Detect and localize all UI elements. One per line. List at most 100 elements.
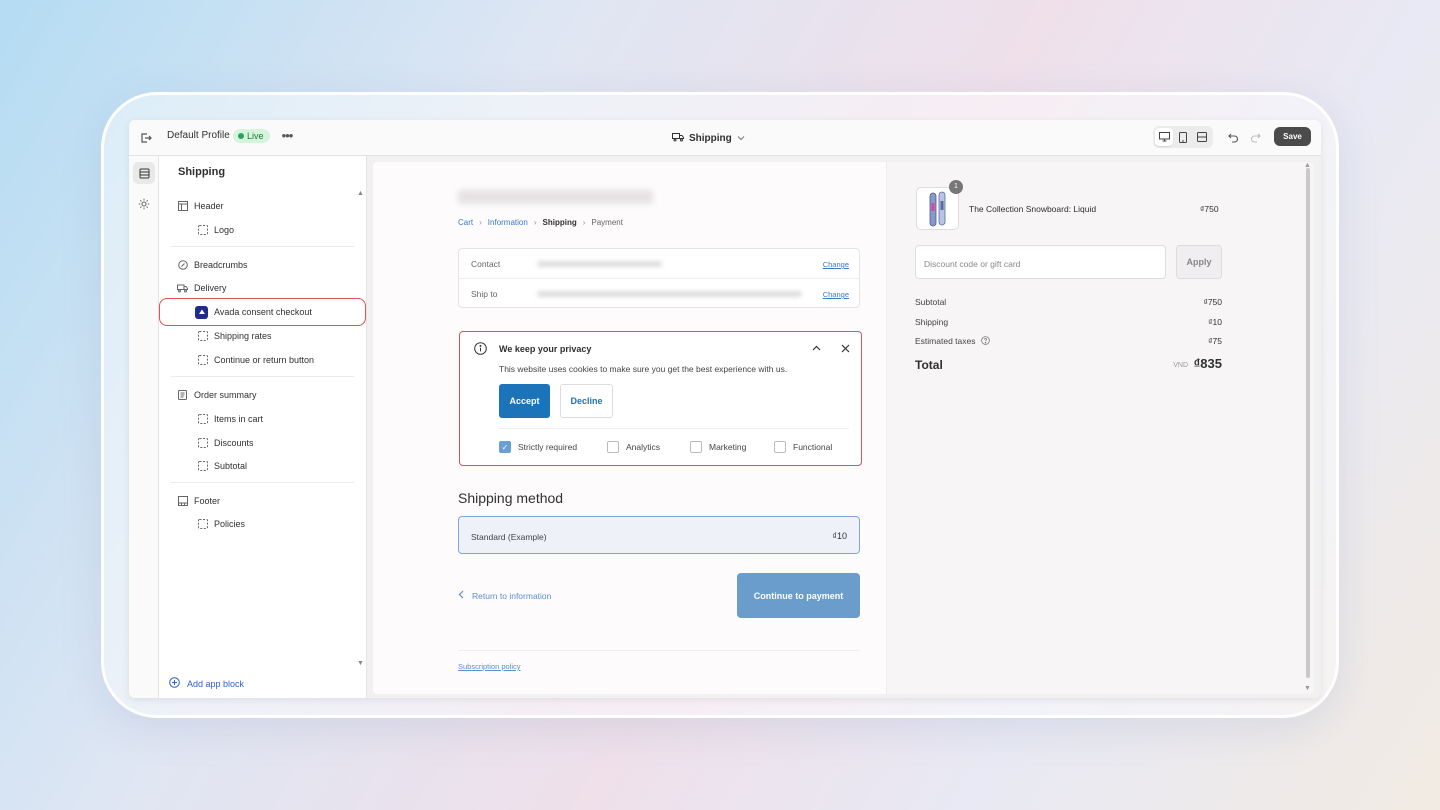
sidebar-item-header[interactable]: Header (177, 196, 224, 216)
sidebar-item-label: Discounts (214, 438, 254, 448)
block-icon (197, 438, 208, 449)
shipping-method-title: Shipping method (458, 490, 564, 506)
block-icon (197, 355, 208, 366)
sidebar-divider (171, 482, 354, 483)
full-view-icon[interactable] (1193, 128, 1211, 146)
discount-input[interactable]: Discount code or gift card (915, 245, 1166, 279)
chevron-right-icon: › (479, 218, 482, 227)
sidebar-item-items-in-cart[interactable]: Items in cart (197, 409, 263, 429)
change-contact-link[interactable]: Change (823, 260, 849, 269)
block-icon (197, 331, 208, 342)
sidebar-item-label: Breadcrumbs (194, 260, 248, 270)
close-icon[interactable] (838, 341, 852, 355)
consent-divider (499, 428, 849, 429)
exit-icon[interactable] (137, 129, 155, 147)
left-rail (129, 156, 159, 698)
shipto-label: Ship to (471, 289, 498, 299)
contact-row: Contact Change (459, 249, 859, 279)
shipto-row: Ship to Change (459, 279, 859, 309)
block-icon (197, 225, 208, 236)
more-options-icon[interactable]: ••• (278, 128, 296, 146)
accept-button[interactable]: Accept (499, 384, 550, 418)
sidebar-item-label: Continue or return button (214, 355, 315, 365)
add-app-block-label: Add app block (187, 678, 245, 689)
shipping-option[interactable]: Standard (Example) ₫10 (458, 516, 860, 554)
shipping-option-price: ₫10 (832, 531, 847, 541)
sidebar-divider (171, 376, 354, 377)
footer-icon (177, 496, 188, 507)
scroll-down-icon[interactable]: ▼ (357, 660, 364, 667)
breadcrumb-icon (177, 260, 188, 271)
status-badge: Live (233, 129, 270, 143)
breadcrumb-shipping: Shipping (542, 218, 577, 227)
product-price: ₫750 (1200, 204, 1219, 214)
sidebar-item-breadcrumbs[interactable]: Breadcrumbs (177, 255, 248, 275)
redo-icon[interactable] (1246, 129, 1264, 147)
sidebar-divider (171, 246, 354, 247)
sidebar-item-label: Items in cart (214, 414, 264, 424)
checkout-preview: Cart › Information › Shipping › Payment … (373, 162, 1314, 694)
sidebar-item-shipping-rates[interactable]: Shipping rates (197, 326, 272, 346)
shipping-row: Shipping ₫10 (915, 317, 1222, 327)
sections-icon[interactable] (133, 162, 155, 184)
block-icon (197, 519, 208, 530)
sidebar-item-order-summary[interactable]: Order summary (177, 385, 257, 405)
profile-name[interactable]: Default Profile (167, 130, 230, 141)
mobile-view-icon[interactable] (1174, 128, 1192, 146)
subscription-policy-link[interactable]: Subscription policy (458, 662, 521, 671)
sidebar-title: Shipping (178, 166, 226, 178)
plus-circle-icon (169, 677, 180, 690)
undo-icon[interactable] (1224, 129, 1242, 147)
sidebar-item-discounts[interactable]: Discounts (197, 433, 254, 453)
scroll-up-icon[interactable]: ▲ (357, 190, 364, 197)
sidebar-item-label: Subtotal (214, 461, 248, 471)
shipping-label: Shipping (915, 317, 949, 327)
return-to-information-link[interactable]: Return to information (458, 590, 551, 601)
subtotal-value: ₫750 (1203, 297, 1222, 307)
page-selector[interactable]: Shipping (672, 129, 745, 147)
sidebar-item-avada-consent[interactable]: Avada consent checkout (195, 302, 312, 322)
desktop-view-icon[interactable] (1155, 128, 1174, 146)
sidebar-item-policies[interactable]: Policies (197, 514, 245, 534)
continue-to-payment-button[interactable]: Continue to payment (737, 573, 860, 618)
add-app-block-button[interactable]: Add app block (169, 677, 244, 690)
change-shipto-link[interactable]: Change (823, 290, 849, 299)
sidebar-item-logo[interactable]: Logo (197, 220, 234, 240)
summary-icon (177, 390, 188, 401)
avada-app-icon (195, 305, 208, 319)
taxes-label: Estimated taxes (915, 336, 976, 346)
sidebar-item-label: Delivery (194, 283, 227, 293)
checkbox-label: Functional (793, 442, 833, 452)
preview-scroll-down-icon[interactable]: ▼ (1304, 685, 1311, 692)
help-circle-icon[interactable] (981, 336, 990, 347)
chevron-up-icon[interactable] (809, 341, 823, 355)
checkbox-strictly-required[interactable]: ✓ Strictly required (499, 441, 577, 453)
total-value: ₫835 (1193, 356, 1222, 371)
apply-button[interactable]: Apply (1176, 245, 1222, 279)
subtotal-row: Subtotal ₫750 (915, 297, 1222, 307)
sidebar-item-subtotal[interactable]: Subtotal (197, 456, 247, 476)
sidebar-item-continue-return[interactable]: Continue or return button (197, 350, 314, 370)
shipto-value-blurred (537, 291, 802, 297)
product-name: The Collection Snowboard: Liquid (969, 204, 1097, 214)
return-link-label: Return to information (472, 590, 552, 601)
save-button[interactable]: Save (1274, 127, 1311, 146)
sidebar-item-label: Order summary (194, 390, 257, 400)
sidebar-item-footer[interactable]: Footer (177, 491, 220, 511)
block-icon (197, 414, 208, 425)
checkbox-analytics[interactable]: Analytics (607, 441, 660, 453)
breadcrumb-cart[interactable]: Cart (458, 218, 473, 227)
settings-icon[interactable] (133, 193, 155, 215)
contact-label: Contact (471, 259, 501, 269)
checkbox-functional[interactable]: Functional (774, 441, 832, 453)
checkbox-marketing[interactable]: Marketing (690, 441, 746, 453)
truck-icon (177, 283, 188, 294)
checkmark-icon: ✓ (499, 441, 511, 453)
subtotal-label: Subtotal (915, 297, 947, 307)
preview-scrollbar[interactable] (1306, 168, 1310, 678)
sidebar-item-delivery[interactable]: Delivery (177, 278, 227, 298)
top-bar: Default Profile Live ••• Shipping Save (129, 120, 1321, 156)
breadcrumb-information[interactable]: Information (488, 218, 528, 227)
decline-button[interactable]: Decline (560, 384, 613, 418)
checkbox-box (690, 441, 702, 453)
